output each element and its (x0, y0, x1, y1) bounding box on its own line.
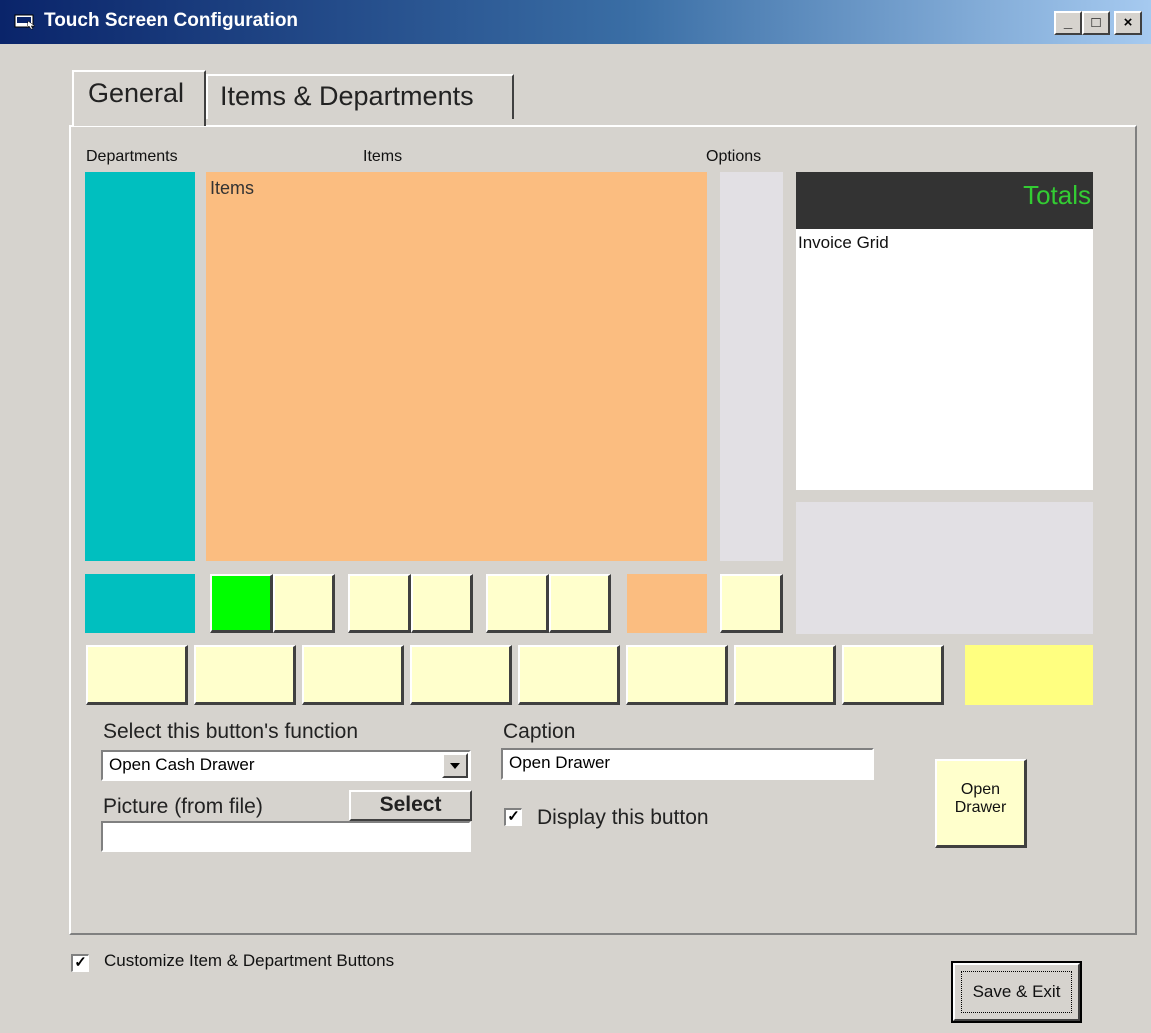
close-button[interactable]: × (1114, 11, 1142, 35)
function-button[interactable] (86, 645, 188, 705)
item-button[interactable] (411, 574, 473, 633)
select-function-label: Select this button's function (103, 720, 358, 743)
function-button[interactable] (734, 645, 836, 705)
tab-items-departments[interactable]: Items & Departments (206, 74, 514, 119)
minimize-icon: _ (1063, 14, 1073, 31)
function-button[interactable] (518, 645, 620, 705)
select-picture-button[interactable]: Select (349, 790, 472, 821)
function-button[interactable] (410, 645, 512, 705)
preview-button-line2: Drawer (954, 799, 1007, 816)
function-select-value: Open Cash Drawer (109, 755, 255, 774)
option-button[interactable] (720, 574, 783, 633)
item-button[interactable] (273, 574, 335, 633)
totals-text: Totals (1023, 180, 1091, 210)
preview-open-drawer-button[interactable]: Open Drawer (935, 759, 1027, 848)
customize-buttons-label[interactable]: Customize Item & Department Buttons (104, 951, 394, 971)
select-picture-label: Select (379, 793, 442, 816)
item-button-selected[interactable] (210, 574, 273, 633)
window-title: Touch Screen Configuration (44, 10, 299, 31)
tab-general-label: General (88, 78, 185, 108)
item-button[interactable] (549, 574, 611, 633)
maximize-icon: □ (1091, 14, 1101, 31)
chevron-down-icon (450, 763, 460, 769)
items-scroll-button[interactable] (627, 574, 707, 633)
department-scroll-button[interactable] (85, 574, 195, 633)
departments-area[interactable] (85, 172, 195, 561)
customize-buttons-checkbox[interactable]: ✓ (71, 954, 89, 972)
tab-general[interactable]: General (72, 70, 206, 126)
tab-items-departments-label: Items & Departments (220, 81, 474, 111)
options-label: Options (706, 148, 762, 165)
totals-area[interactable]: Totals (796, 172, 1093, 229)
caption-input[interactable]: Open Drawer (501, 748, 874, 780)
save-exit-button[interactable]: Save & Exit (951, 961, 1082, 1023)
function-button[interactable] (626, 645, 728, 705)
display-button-label[interactable]: Display this button (537, 806, 709, 830)
invoice-grid-text: Invoice Grid (798, 233, 889, 252)
preview-button-line1: Open (960, 781, 1001, 798)
function-select[interactable]: Open Cash Drawer (101, 750, 471, 781)
function-button[interactable] (842, 645, 944, 705)
items-label: Items (363, 148, 403, 165)
save-exit-label: Save & Exit (961, 971, 1072, 1013)
picture-label: Picture (from file) (103, 795, 263, 818)
picture-path-input[interactable] (101, 821, 471, 852)
invoice-grid[interactable]: Invoice Grid (796, 229, 1093, 490)
items-area[interactable]: Items (206, 172, 707, 561)
invoice-footer-area[interactable] (796, 502, 1093, 634)
function-button[interactable] (302, 645, 404, 705)
display-button-checkbox[interactable]: ✓ (504, 808, 522, 826)
item-button[interactable] (348, 574, 411, 633)
maximize-button[interactable]: □ (1082, 11, 1110, 35)
departments-label: Departments (86, 148, 178, 165)
function-button-highlighted[interactable] (965, 645, 1093, 705)
options-area[interactable] (720, 172, 783, 561)
minimize-button[interactable]: _ (1054, 11, 1082, 35)
dropdown-button[interactable] (442, 753, 468, 778)
item-button[interactable] (486, 574, 549, 633)
function-button[interactable] (194, 645, 296, 705)
app-icon (14, 12, 36, 30)
close-icon: × (1123, 14, 1133, 31)
caption-label: Caption (503, 720, 576, 743)
items-area-text: Items (210, 178, 255, 198)
